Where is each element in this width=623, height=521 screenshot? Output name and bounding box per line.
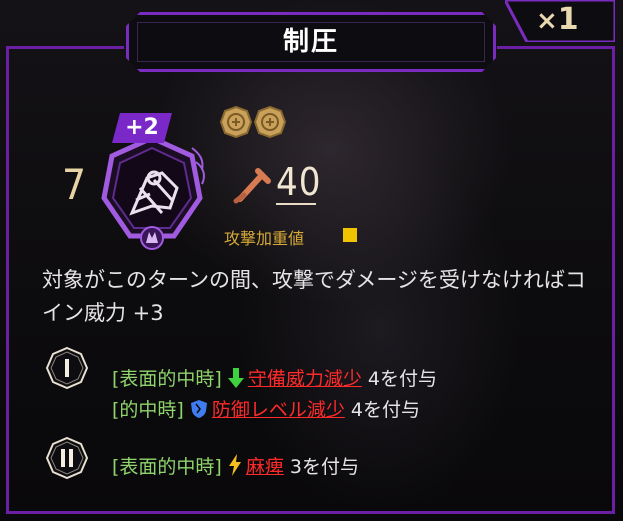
skill-description: 対象がこのターンの間、攻撃でダメージを受けなければコイン威力 +3 [42, 268, 586, 325]
skill-power: 40 [276, 160, 322, 204]
offense-level: 7 [62, 160, 87, 209]
coin-1-badge [45, 346, 89, 390]
power-underline [276, 203, 316, 205]
lightning-icon [228, 454, 241, 476]
effect-trigger: [的中時] [112, 399, 184, 421]
coin-1-effect-1: [表面的中時] 守備威力減少 4を付与 [112, 364, 437, 391]
status-keyword-link[interactable]: 守備威力減少 [248, 368, 362, 390]
coin-icon [254, 106, 286, 138]
effect-amount: 3を付与 [289, 456, 359, 478]
skill-title: 制圧 [282, 27, 339, 57]
coin-1-effect-2: [的中時] 防御レベル減少 4を付与 [112, 395, 420, 422]
coin-2-badge [45, 436, 89, 480]
skill-count-value: 1 [557, 2, 579, 37]
attack-weight-slot [343, 228, 357, 242]
effect-trigger: [表面的中時] [112, 456, 222, 478]
effect-amount: 4を付与 [367, 368, 437, 390]
arrow-down-icon [227, 368, 244, 388]
frame-top-right-edge [497, 46, 615, 49]
status-keyword-link[interactable]: 麻痺 [246, 456, 284, 478]
shield-break-icon [190, 400, 207, 418]
skill-count: ×1 [536, 2, 579, 37]
effect-trigger: [表面的中時] [112, 368, 222, 390]
frame-top-left-edge [6, 46, 124, 49]
effect-amount: 4を付与 [350, 399, 420, 421]
status-keyword-link[interactable]: 防御レベル減少 [212, 399, 345, 421]
coin-icon [220, 106, 252, 138]
offense-bonus-badge: +2 [112, 113, 172, 143]
multiply-icon: × [536, 6, 558, 36]
coin-2-effect-1: [表面的中時] 麻痺 3を付与 [112, 452, 359, 479]
blunt-attack-icon [233, 168, 271, 204]
attack-weight-label: 攻撃加重値 [224, 229, 305, 248]
